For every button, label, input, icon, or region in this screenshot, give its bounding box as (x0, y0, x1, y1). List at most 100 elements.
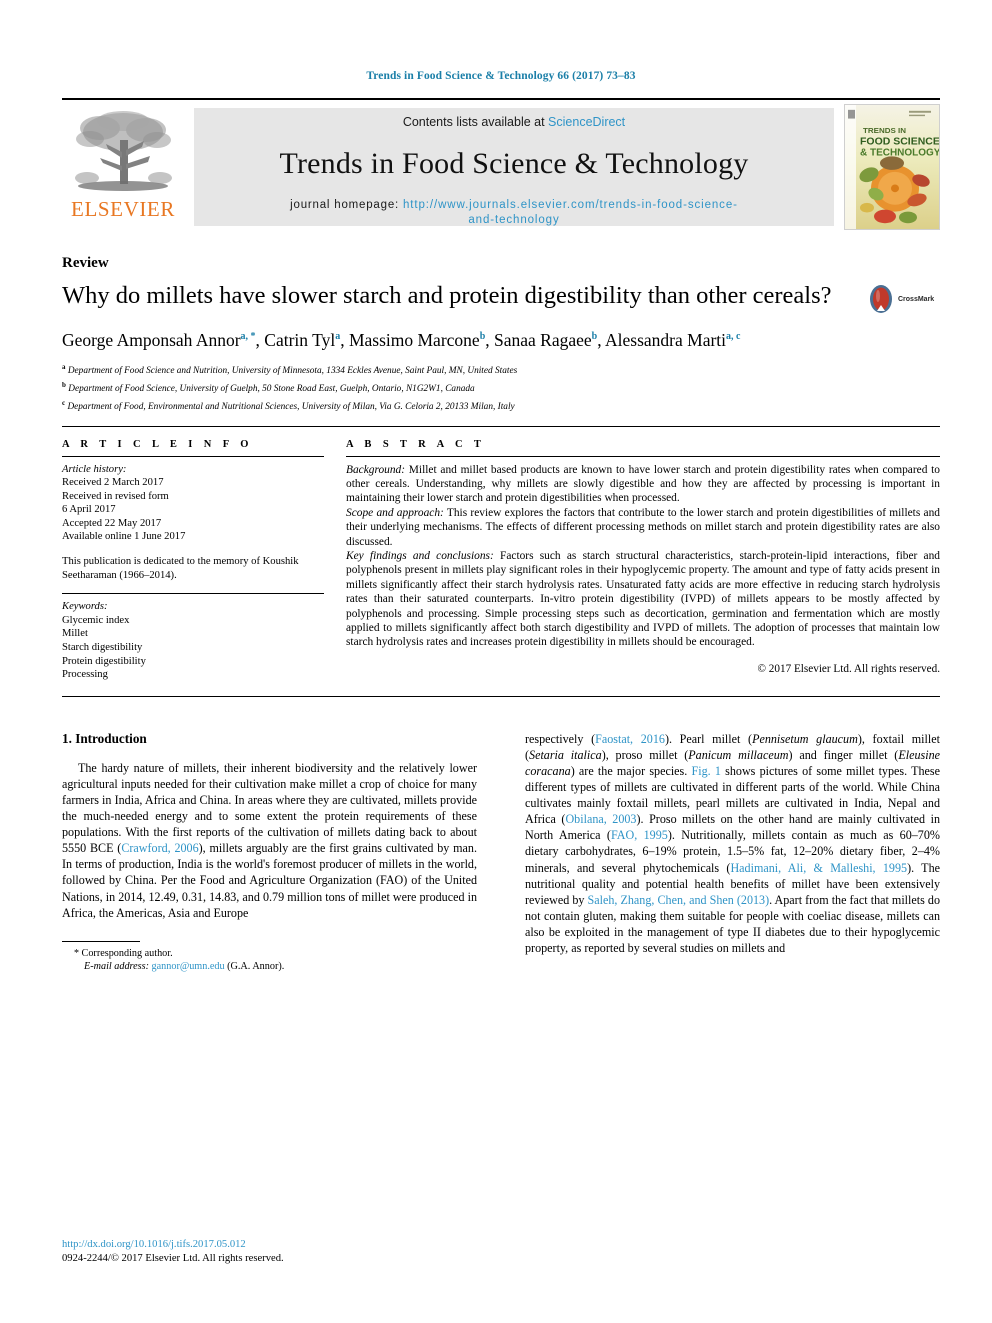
history-line: Received in revised form (62, 490, 169, 502)
divider (62, 593, 324, 595)
corresponding-author-note: * Corresponding author. E-mail address: … (62, 947, 477, 974)
citation-link[interactable]: Fig. 1 (692, 764, 721, 778)
author-name: Alessandra Marti (605, 329, 727, 350)
abstract-text-findings: Factors such as starch structural charac… (346, 549, 940, 649)
affiliation-text: Department of Food Science and Nutrition… (67, 365, 518, 376)
elsevier-wordmark: ELSEVIER (71, 197, 175, 221)
body-columns: 1. Introduction The hardy nature of mill… (62, 731, 940, 974)
email-label: E-mail address: (84, 961, 149, 973)
keyword: Protein digestibility (62, 655, 146, 667)
history-line: Accepted 22 May 2017 (62, 517, 162, 529)
author-affil-marker: a, c (726, 331, 741, 342)
keyword: Millet (62, 628, 88, 640)
abstract-paragraph-background: Background: Millet and millet based prod… (346, 463, 940, 506)
keyword: Glycemic index (62, 614, 130, 626)
footnote-area: * Corresponding author. E-mail address: … (62, 940, 477, 974)
homepage-prefix: journal homepage: (290, 199, 404, 211)
author-line-1: George Amponsah Annora, *, Catrin Tyla, … (62, 329, 606, 350)
author-name: Massimo Marcone (348, 329, 480, 350)
elsevier-logo: ELSEVIER (62, 100, 184, 232)
affiliation-text: Department of Food, Environmental and Nu… (67, 401, 515, 412)
abstract-label-scope: Scope and approach: (346, 506, 444, 519)
body-text-run: ), proso millet ( (601, 747, 689, 762)
body-text-run: ). Pearl millet ( (664, 731, 753, 746)
keywords-block: Keywords: Glycemic index Millet Starch d… (62, 600, 324, 682)
article-history-block: Article history: Received 2 March 2017 R… (62, 463, 324, 545)
abstract-label-background: Background: (346, 463, 406, 476)
intro-paragraph-left: The hardy nature of millets, their inher… (62, 760, 477, 921)
citation-link[interactable]: Faostat, 2016 (595, 732, 665, 746)
author-affil-marker: a, * (240, 331, 256, 342)
species-name: Panicum millaceum (688, 747, 789, 762)
history-line: 6 April 2017 (62, 504, 116, 516)
abstract-column: A B S T R A C T Background: Millet and m… (346, 439, 940, 682)
abstract-paragraph-scope: Scope and approach: This review explores… (346, 506, 940, 549)
journal-masthead: ELSEVIER Contents lists available at Sci… (62, 98, 940, 232)
author-affil-marker: b (479, 331, 486, 342)
journal-title: Trends in Food Science & Technology (279, 147, 749, 180)
footnote-divider (62, 940, 140, 942)
author-name: Catrin Tyl (264, 329, 336, 350)
email-link[interactable]: gannor@umn.edu (152, 961, 225, 972)
corresponding-author-label: Corresponding author. (81, 947, 173, 959)
abstract-paragraph-findings: Key findings and conclusions: Factors su… (346, 549, 940, 650)
affiliation-list: a Department of Food Science and Nutriti… (62, 361, 940, 414)
crossmark-badge[interactable]: CrossMark (866, 284, 940, 314)
author-affil-marker: a (335, 331, 341, 342)
intro-paragraph-right: respectively (Faostat, 2016). Pearl mill… (525, 731, 940, 956)
section-heading-introduction: 1. Introduction (62, 730, 147, 746)
article-info-column: A R T I C L E I N F O Article history: R… (62, 439, 346, 682)
elsevier-tree-icon (75, 111, 172, 191)
crossmark-icon (870, 285, 892, 313)
email-suffix: (G.A. Annor). (224, 961, 285, 973)
contents-prefix: Contents lists available at (402, 115, 549, 129)
body-column-right: respectively (Faostat, 2016). Pearl mill… (525, 731, 940, 974)
abstract-heading: A B S T R A C T (346, 438, 486, 450)
citation-link[interactable]: FAO, 1995 (611, 828, 668, 842)
contents-available-line: Contents lists available at ScienceDirec… (403, 115, 625, 129)
keyword: Processing (62, 669, 108, 681)
citation-link[interactable]: Obilana, 2003 (565, 812, 636, 826)
affiliation-text: Department of Food Science, University o… (68, 383, 475, 394)
abstract-label-findings: Key findings and conclusions: (346, 549, 494, 562)
abstract-text-background: Millet and millet based products are kno… (346, 463, 940, 505)
keywords-label: Keywords: (62, 601, 108, 613)
species-name: Pennisetum glaucum (752, 731, 858, 746)
citation-link[interactable]: Saleh, Zhang, Chen, and Shen (2013) (588, 893, 770, 907)
author-name: Sanaa Ragaee (494, 329, 592, 350)
email-line: E-mail address: gannor@umn.edu (G.A. Ann… (62, 960, 477, 974)
page-title: Why do millets have slower starch and pr… (62, 282, 832, 309)
body-text-run: respectively ( (525, 731, 596, 746)
citation-crawford-2006[interactable]: Crawford, 2006 (121, 841, 198, 855)
homepage-url-line2[interactable]: and-technology (468, 214, 559, 226)
divider (62, 455, 324, 457)
author-list: George Amponsah Annora, *, Catrin Tyla, … (62, 324, 940, 353)
affiliation: c Department of Food, Environmental and … (62, 397, 940, 414)
citation-link[interactable]: Hadimani, Ali, & Malleshi, 1995 (730, 861, 907, 875)
title-row: Why do millets have slower starch and pr… (62, 280, 940, 314)
page-content: Trends in Food Science & Technology 66 (… (62, 0, 940, 1323)
affiliation-marker: c (62, 398, 66, 407)
sciencedirect-link[interactable]: ScienceDirect (548, 115, 625, 129)
corresponding-author-marker: * (74, 947, 79, 959)
abstract-body: Background: Millet and millet based prod… (346, 463, 940, 650)
article-history-label: Article history: (62, 463, 127, 475)
affiliation-marker: a (62, 362, 66, 371)
corresponding-author-line: * Corresponding author. (62, 947, 477, 961)
doi-link[interactable]: http://dx.doi.org/10.1016/j.tifs.2017.05… (62, 1238, 492, 1252)
homepage-url-line1[interactable]: http://www.journals.elsevier.com/trends-… (403, 199, 738, 211)
affiliation: a Department of Food Science and Nutriti… (62, 361, 940, 378)
author-line-2: Alessandra Martia, c (605, 330, 740, 350)
divider (346, 455, 940, 457)
journal-cover-image: TRENDS IN FOOD SCIENCE & TECHNOLOGY (844, 104, 940, 230)
svg-text:& TECHNOLOGY: & TECHNOLOGY (860, 148, 939, 159)
keyword: Starch digestibility (62, 642, 143, 654)
footer-identifiers: http://dx.doi.org/10.1016/j.tifs.2017.05… (62, 1238, 492, 1266)
article-type: Review (62, 255, 109, 271)
journal-homepage-line: journal homepage: http://www.journals.el… (290, 198, 738, 228)
crossmark-label: CrossMark (898, 295, 935, 303)
history-line: Received 2 March 2017 (62, 477, 164, 489)
abstract-copyright: © 2017 Elsevier Ltd. All rights reserved… (757, 662, 941, 675)
info-abstract-band: A R T I C L E I N F O Article history: R… (62, 425, 940, 697)
affiliation: b Department of Food Science, University… (62, 379, 940, 396)
